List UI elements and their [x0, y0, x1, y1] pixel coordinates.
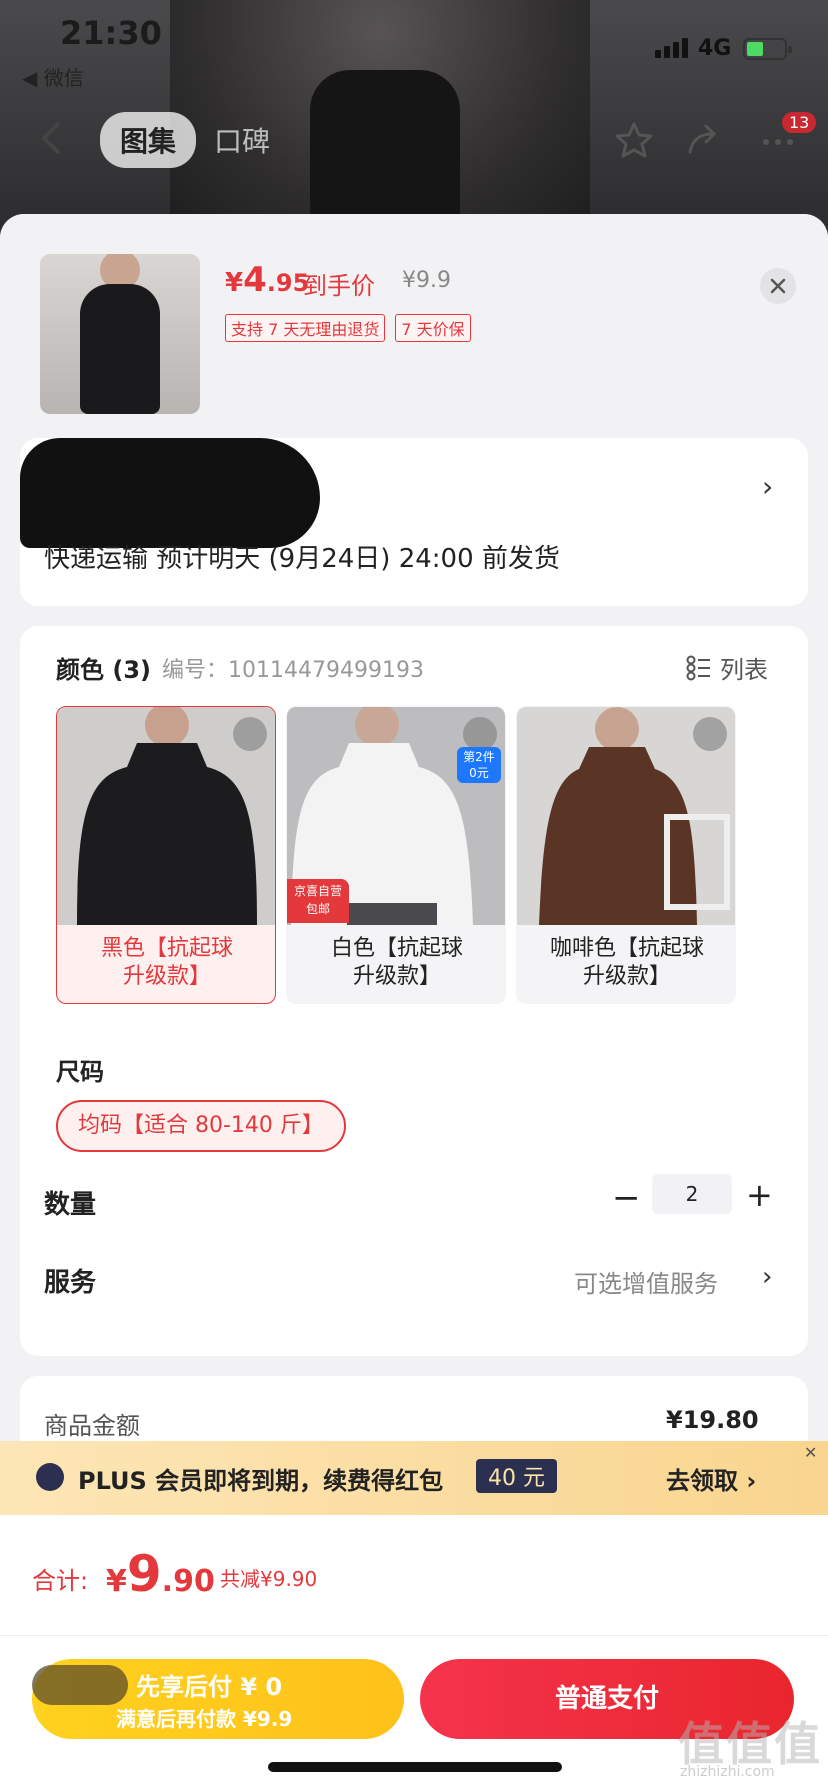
site-watermark-url: zhizhizhi.com: [680, 1764, 775, 1780]
service-option-link[interactable]: 可选增值服务: [574, 1264, 718, 1299]
product-thumbnail[interactable]: [40, 254, 200, 414]
list-icon: [686, 655, 710, 680]
tag-return: 支持 7 天无理由退货: [225, 314, 386, 342]
footer-divider: [0, 1635, 828, 1636]
address-chevron-icon: ›: [762, 470, 774, 503]
product-code: 编号：10114479499193: [162, 658, 424, 683]
zoom-icon[interactable]: [233, 717, 267, 751]
final-price-label: 到手价: [303, 272, 375, 300]
back-chevron-icon[interactable]: [34, 118, 70, 158]
star-icon[interactable]: [614, 120, 654, 160]
total-discount: 共减¥9.90: [220, 1567, 318, 1591]
status-time: 21:30: [60, 14, 162, 52]
sheet-header: ¥4.95 到手价 ¥9.9 支持 7 天无理由退货 7 天价保: [0, 214, 828, 434]
color-title: 颜色 (3): [56, 656, 151, 684]
plus-renewal-banner[interactable]: PLUS 会员即将到期，续费得红包 40 元 去领取 › ✕: [0, 1441, 828, 1515]
plus-coupon-amount: 40 元: [476, 1459, 557, 1493]
total-label: 合计:: [32, 1567, 89, 1595]
zoom-icon[interactable]: [693, 717, 727, 751]
close-icon[interactable]: [760, 268, 796, 304]
color-label-white: 白色【抗起球 升级款】: [330, 936, 463, 989]
battery-icon: [743, 38, 792, 60]
quantity-title: 数量: [44, 1190, 97, 1220]
signal-icon: [655, 38, 688, 58]
free-shipping-badge: 京喜自营 包邮: [287, 879, 349, 923]
banner-close-icon[interactable]: ✕: [804, 1443, 817, 1462]
spec-card: 颜色 (3) 编号：10114479499193 列表 黑色【抗起球升级款】: [20, 626, 808, 1356]
back-to-app-link[interactable]: ◀ 微信: [22, 62, 84, 91]
redacted-address: [20, 438, 320, 548]
color-option-white[interactable]: 第2件 0元 京喜自营 包邮 白色【抗起球 升级款】: [286, 706, 506, 1004]
color-option-black[interactable]: 黑色【抗起球 升级款】: [56, 706, 276, 1004]
service-title: 服务: [44, 1268, 97, 1298]
status-bar: 21:30 ◀ 微信 4G: [0, 0, 828, 90]
home-indicator[interactable]: [268, 1762, 562, 1772]
plus-crown-icon: [36, 1463, 64, 1491]
message-count-badge: 13: [782, 112, 817, 133]
service-chevron-icon: ›: [762, 1262, 773, 1292]
pay-later-button[interactable]: 先享后付 ¥ 0 满意后再付款 ¥9.9: [32, 1659, 404, 1739]
plus-banner-text: PLUS 会员即将到期，续费得红包: [78, 1467, 444, 1495]
product-nav-bar: 图集 口碑: [0, 100, 828, 180]
quantity-input[interactable]: 2: [652, 1174, 732, 1214]
subtotal-value: ¥19.80: [666, 1406, 759, 1434]
share-icon[interactable]: [684, 120, 724, 160]
list-view-button[interactable]: 列表: [686, 650, 768, 685]
service-tags: 支持 7 天无理由退货 7 天价保: [225, 314, 471, 342]
color-options: 黑色【抗起球 升级款】 第2件 0元 京喜自营 包邮 白色【抗起球 升级款】 咖…: [56, 706, 736, 1004]
final-price: ¥4.95: [225, 260, 310, 300]
tab-reviews[interactable]: 口碑: [196, 112, 288, 168]
total-price: ¥9.90: [106, 1545, 215, 1603]
subtotal-label: 商品金额: [44, 1412, 140, 1440]
address-card[interactable]: 梁 › 快递运输 预计明天 (9月24日) 24:00 前发货: [20, 438, 808, 606]
plus-claim-link[interactable]: 去领取 ›: [666, 1461, 756, 1496]
quantity-decrease-button[interactable]: −: [612, 1178, 641, 1218]
color-label-coffee: 咖啡色【抗起球 升级款】: [549, 936, 704, 989]
redacted-logo: [32, 1665, 128, 1705]
tab-gallery[interactable]: 图集: [100, 112, 197, 168]
gallery-tabs: 图集 口碑: [100, 112, 288, 168]
tag-price-protect: 7 天价保: [395, 314, 471, 342]
original-price: ¥9.9: [402, 268, 451, 293]
second-free-badge: 第2件 0元: [457, 747, 501, 783]
zoom-icon[interactable]: [463, 717, 497, 751]
sku-selector-sheet: ¥4.95 到手价 ¥9.9 支持 7 天无理由退货 7 天价保 梁 › 快递运…: [0, 214, 828, 1792]
list-label: 列表: [720, 656, 768, 684]
pay-later-title: 先享后付 ¥ 0: [136, 1673, 283, 1701]
size-option-onesize[interactable]: 均码【适合 80-140 斤】: [56, 1100, 346, 1152]
pay-later-subtitle: 满意后再付款 ¥9.9: [116, 1707, 293, 1731]
size-title: 尺码: [56, 1058, 104, 1086]
network-type: 4G: [698, 36, 732, 61]
color-option-coffee[interactable]: 咖啡色【抗起球 升级款】: [516, 706, 736, 1004]
quantity-increase-button[interactable]: +: [746, 1176, 773, 1214]
shipping-estimate: 快递运输 预计明天 (9月24日) 24:00 前发货: [44, 544, 560, 574]
color-label-black: 黑色【抗起球 升级款】: [100, 936, 233, 989]
